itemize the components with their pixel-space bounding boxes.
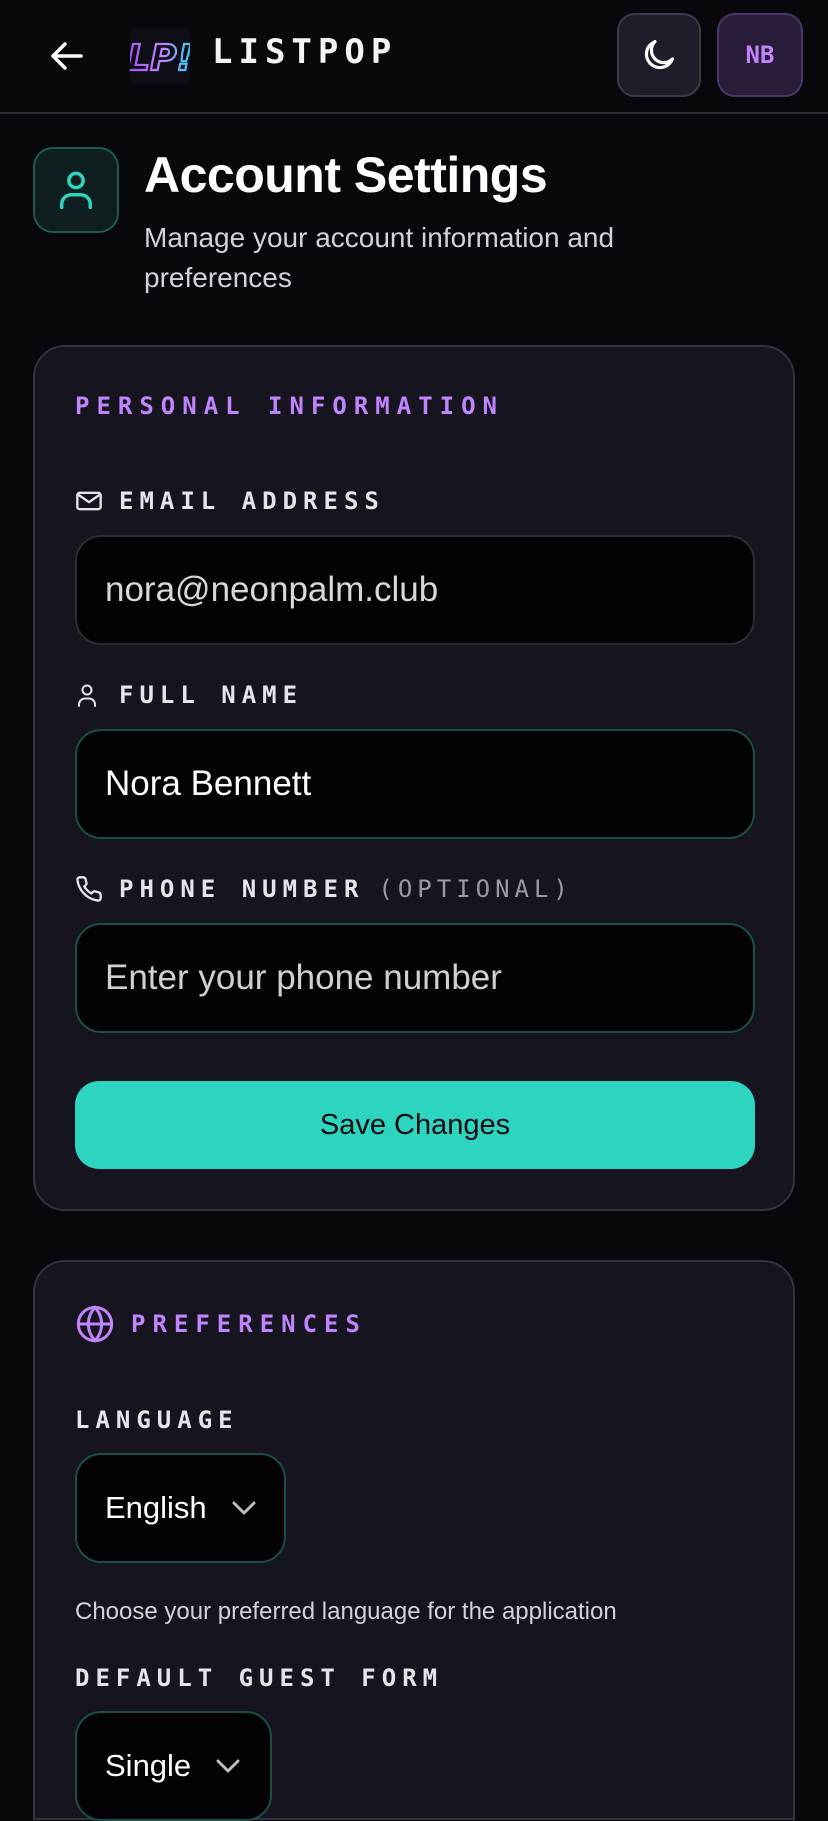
theme-toggle-button[interactable] [617,13,701,97]
mail-icon [75,487,103,515]
phone-field[interactable] [75,923,755,1033]
default-guest-form-label: DEFAULT GUEST FORM [75,1664,444,1692]
save-changes-button[interactable]: Save Changes [75,1081,755,1169]
language-select[interactable]: English [75,1453,286,1563]
full-name-field[interactable] [75,729,755,839]
user-icon [60,171,92,210]
preferences-heading: PREFERENCES [75,1304,367,1344]
page-subtitle: Manage your account information and pref… [144,222,615,293]
language-select-value: English [105,1490,207,1525]
optional-tag: (OPTIONAL) [378,875,573,903]
listpop-logo[interactable]: LP! [126,28,194,84]
email-label: EMAIL ADDRESS [75,487,385,515]
page-title: Account Settings [144,147,548,203]
page-icon-badge [33,147,119,233]
full-name-label-text: FULL NAME [119,681,304,709]
preferences-card: PREFERENCES LANGUAGE English Choose your… [33,1260,795,1821]
personal-information-card: PERSONAL INFORMATION EMAIL ADDRESS FULL … [33,345,795,1211]
phone-label: PHONE NUMBER (OPTIONAL) [75,875,573,903]
globe-icon [75,1304,115,1344]
chevron-down-icon [215,1758,241,1774]
phone-label-text: PHONE NUMBER [119,875,365,903]
user-avatar-button[interactable]: NB [717,13,803,97]
default-guest-form-select[interactable]: Single [75,1711,272,1821]
email-label-text: EMAIL ADDRESS [119,487,385,515]
moon-icon [644,39,675,70]
phone-icon [75,875,103,903]
personal-information-heading: PERSONAL INFORMATION [75,392,504,420]
brand-name: LISTPOP [212,32,398,72]
top-bar: LP! LISTPOP NB [0,0,828,114]
email-field[interactable] [75,535,755,645]
chevron-down-icon [231,1500,257,1516]
back-button[interactable] [44,36,90,76]
user-icon [75,681,103,709]
arrow-left-icon [51,42,83,70]
full-name-label: FULL NAME [75,681,303,709]
preferences-heading-text: PREFERENCES [131,1310,367,1338]
guest-form-select-value: Single [105,1748,192,1783]
language-help-text: Choose your preferred language for the a… [75,1598,617,1625]
svg-text:LP!: LP! [130,38,190,79]
language-label: LANGUAGE [75,1406,239,1434]
